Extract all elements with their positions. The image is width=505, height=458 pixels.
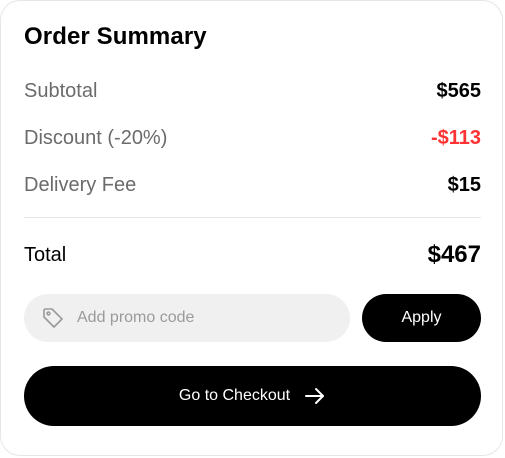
subtotal-value: $565: [436, 79, 482, 102]
delivery-fee-value: $15: [447, 173, 481, 196]
discount-value: -$113: [430, 126, 481, 149]
go-to-checkout-button[interactable]: Go to Checkout: [24, 366, 481, 426]
delivery-fee-row: Delivery Fee $15: [24, 171, 481, 199]
promo-code-field[interactable]: [24, 294, 350, 342]
arrow-right-icon: [304, 385, 326, 407]
order-summary-title: Order Summary: [24, 23, 207, 50]
summary-divider: [24, 217, 481, 218]
tag-icon: [41, 306, 65, 330]
order-summary-card: Order Summary Subtotal $565 Discount (-2…: [0, 0, 503, 456]
promo-code-input[interactable]: [77, 309, 317, 327]
checkout-button-label: Go to Checkout: [178, 387, 291, 404]
apply-promo-button[interactable]: Apply: [362, 294, 481, 342]
discount-label: Discount (-20%): [24, 126, 168, 149]
subtotal-row: Subtotal $565: [24, 77, 481, 105]
total-label: Total: [24, 243, 67, 266]
total-value: $467: [427, 241, 481, 268]
subtotal-label: Subtotal: [24, 79, 98, 102]
delivery-fee-label: Delivery Fee: [24, 173, 137, 196]
discount-row: Discount (-20%) -$113: [24, 124, 481, 152]
total-row: Total $467: [24, 240, 481, 270]
